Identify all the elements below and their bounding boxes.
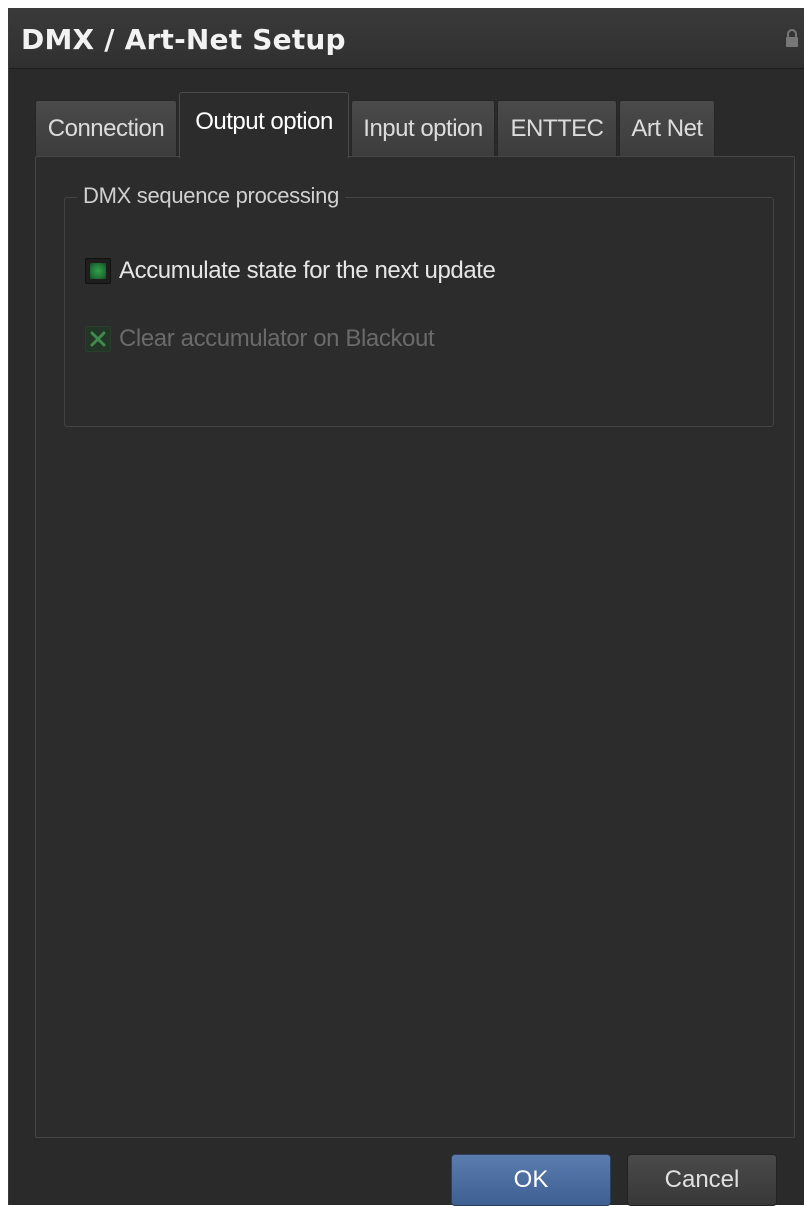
dialog-window: DMX / Art-Net Setup Connection Output op… — [8, 8, 804, 1206]
tab-input-option[interactable]: Input option — [351, 100, 495, 158]
tab-art-net[interactable]: Art Net — [619, 100, 715, 158]
lock-icon[interactable] — [785, 28, 799, 48]
checkbox-x-icon — [85, 326, 111, 352]
checkbox-checked-icon[interactable] — [85, 258, 111, 284]
clear-accumulator-label: Clear accumulator on Blackout — [119, 325, 435, 352]
tab-output-option[interactable]: Output option — [179, 92, 349, 158]
clear-accumulator-option: Clear accumulator on Blackout — [85, 322, 435, 356]
tab-connection[interactable]: Connection — [35, 100, 177, 158]
title-bar[interactable]: DMX / Art-Net Setup — [9, 8, 804, 69]
ok-button[interactable]: OK — [451, 1154, 611, 1206]
dialog-title: DMX / Art-Net Setup — [21, 23, 346, 56]
tab-panel-output-option: DMX sequence processing Accumulate state… — [35, 156, 795, 1138]
accumulate-state-label: Accumulate state for the next update — [119, 257, 496, 284]
accumulate-state-option[interactable]: Accumulate state for the next update — [85, 254, 496, 288]
dmx-sequence-group: DMX sequence processing Accumulate state… — [64, 183, 774, 427]
tab-enttec[interactable]: ENTTEC — [497, 100, 617, 158]
cancel-button[interactable]: Cancel — [627, 1154, 777, 1206]
dialog-footer: OK Cancel — [9, 1146, 804, 1206]
group-legend: DMX sequence processing — [77, 183, 346, 209]
tab-bar: Connection Output option Input option EN… — [35, 92, 795, 158]
